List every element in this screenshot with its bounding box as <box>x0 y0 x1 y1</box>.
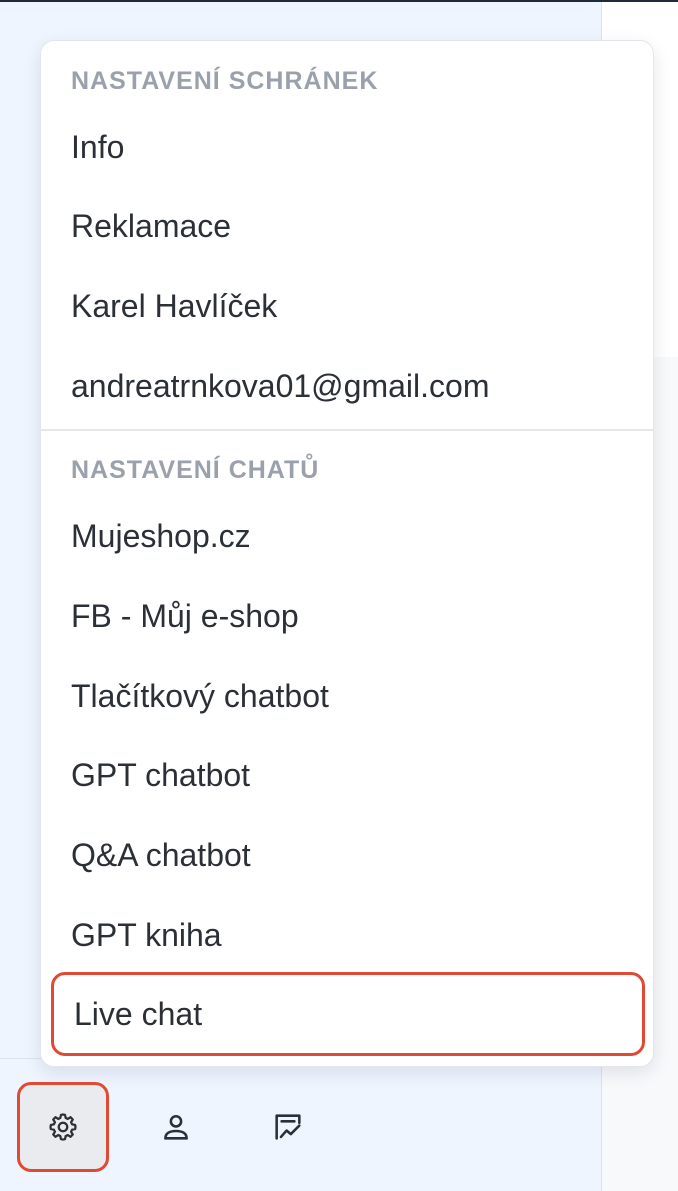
menu-item-email-account[interactable]: andreatrnkova01@gmail.com <box>51 349 645 423</box>
section-header-chats: NASTAVENÍ CHATŮ <box>71 456 320 484</box>
menu-item-reklamace[interactable]: Reklamace <box>51 189 645 263</box>
menu-item-button-chatbot[interactable]: Tlačítkový chatbot <box>51 659 645 733</box>
chart-icon <box>275 1114 301 1140</box>
section-header-mailboxes: NASTAVENÍ SCHRÁNEK <box>71 67 379 95</box>
section-divider <box>41 429 653 431</box>
gear-icon <box>49 1113 77 1141</box>
menu-item-fb-eshop[interactable]: FB - Můj e-shop <box>51 579 645 653</box>
menu-item-mujeshop[interactable]: Mujeshop.cz <box>51 499 645 573</box>
settings-dropdown-menu: NASTAVENÍ SCHRÁNEK Info Reklamace Karel … <box>40 40 654 1067</box>
profile-button[interactable] <box>130 1082 222 1172</box>
menu-item-gpt-kniha[interactable]: GPT kniha <box>51 898 645 972</box>
menu-item-live-chat[interactable]: Live chat <box>51 972 645 1056</box>
settings-button[interactable] <box>17 1082 109 1172</box>
menu-item-qa-chatbot[interactable]: Q&A chatbot <box>51 818 645 892</box>
reports-button[interactable] <box>242 1082 334 1172</box>
menu-item-info[interactable]: Info <box>51 110 645 184</box>
user-icon <box>164 1114 188 1140</box>
menu-item-karel-havlicek[interactable]: Karel Havlíček <box>51 269 645 343</box>
menu-item-gpt-chatbot[interactable]: GPT chatbot <box>51 738 645 812</box>
